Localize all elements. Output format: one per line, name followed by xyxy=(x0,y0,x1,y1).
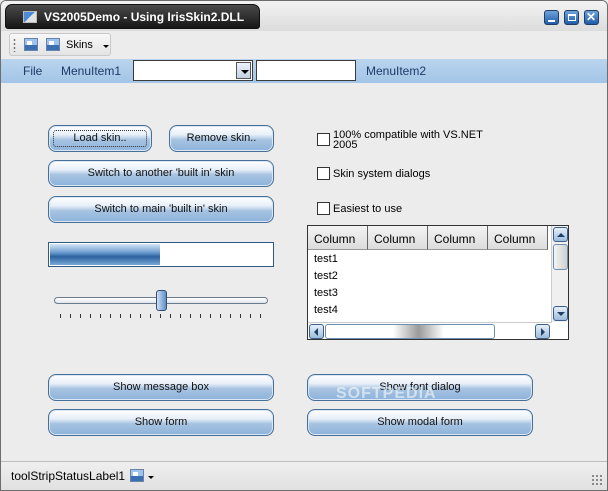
load-skin-button[interactable]: Load skin.. xyxy=(48,125,152,152)
arrow-right-icon xyxy=(541,328,545,336)
arrow-down-icon xyxy=(557,312,565,316)
slider-tick xyxy=(170,314,171,318)
show-modal-form-button[interactable]: Show modal form xyxy=(307,409,533,436)
list-item[interactable]: test3 xyxy=(314,287,338,299)
picture-icon[interactable] xyxy=(24,38,38,51)
close-icon: ✕ xyxy=(586,10,597,24)
show-font-dialog-button[interactable]: Show font dialog xyxy=(307,374,533,401)
slider-tick xyxy=(250,314,251,318)
column-header[interactable]: Column xyxy=(428,226,488,250)
toolbar-grip-icon[interactable] xyxy=(13,38,16,52)
menu-bar: File MenuItem1 MenuItem2 xyxy=(1,59,607,83)
vsnet-compatible-label-line2: 2005 xyxy=(333,139,358,151)
slider-tick xyxy=(140,314,141,318)
remove-skin-button[interactable]: Remove skin.. xyxy=(169,125,274,152)
picture-icon xyxy=(130,469,144,482)
show-form-button[interactable]: Show form xyxy=(48,409,274,436)
vsnet-compatible-checkbox[interactable] xyxy=(317,133,330,146)
progress-bar xyxy=(48,242,274,267)
slider-tick xyxy=(90,314,91,318)
slider-tick xyxy=(110,314,111,318)
list-item[interactable]: test4 xyxy=(314,304,338,316)
status-label: toolStripStatusLabel1 xyxy=(11,469,126,483)
maximize-button[interactable] xyxy=(564,10,579,25)
status-dropdown-button[interactable] xyxy=(129,467,157,485)
list-item[interactable]: test2 xyxy=(314,270,338,282)
slider-tick xyxy=(60,314,61,318)
menu-text-box[interactable] xyxy=(256,60,356,81)
scroll-corner xyxy=(552,322,568,339)
menu-combo-box[interactable] xyxy=(133,60,253,81)
slider-tick xyxy=(130,314,131,318)
slider-tick xyxy=(260,314,261,318)
list-view[interactable]: Column Column Column Column test1 test2 … xyxy=(307,225,569,340)
slider-tick xyxy=(180,314,181,318)
app-icon[interactable] xyxy=(23,11,37,23)
slider-thumb[interactable] xyxy=(156,290,167,311)
skins-label: Skins xyxy=(66,39,93,51)
scroll-left-button[interactable] xyxy=(309,324,324,339)
switch-builtin-skin-button[interactable]: Switch to another 'built in' skin xyxy=(48,160,274,187)
slider-tick xyxy=(240,314,241,318)
close-button[interactable]: ✕ xyxy=(584,10,599,25)
scroll-down-button[interactable] xyxy=(553,306,568,321)
minimize-button[interactable] xyxy=(544,10,559,25)
slider-tick xyxy=(230,314,231,318)
slider-tick xyxy=(100,314,101,318)
slider-tick xyxy=(220,314,221,318)
skins-icon xyxy=(46,38,60,51)
slider-tick xyxy=(120,314,121,318)
skins-dropdown-button[interactable]: Skins xyxy=(44,35,109,54)
vertical-scroll-thumb[interactable] xyxy=(553,244,568,270)
vertical-scrollbar[interactable] xyxy=(551,226,568,322)
easiest-to-use-label: Easiest to use xyxy=(333,203,403,215)
switch-main-skin-button[interactable]: Switch to main 'built in' skin xyxy=(48,196,274,223)
chevron-down-icon xyxy=(103,45,109,48)
slider-tick xyxy=(150,314,151,318)
slider-tick xyxy=(160,314,161,318)
easiest-to-use-checkbox[interactable] xyxy=(317,202,330,215)
window-title: VS2005Demo - Using IrisSkin2.DLL xyxy=(44,10,245,24)
vsnet-compatible-label: 100% compatible with VS.NET 2005 xyxy=(333,130,483,151)
slider-tick xyxy=(190,314,191,318)
slider-tick xyxy=(200,314,201,318)
scroll-up-button[interactable] xyxy=(553,227,568,242)
slider-tick xyxy=(70,314,71,318)
slider-tick xyxy=(80,314,81,318)
status-bar: toolStripStatusLabel1 xyxy=(1,461,607,490)
horizontal-scrollbar[interactable] xyxy=(308,322,552,339)
arrow-left-icon xyxy=(314,328,318,336)
slider-tick xyxy=(210,314,211,318)
arrow-up-icon xyxy=(557,233,565,237)
horizontal-scroll-thumb[interactable] xyxy=(325,324,495,339)
toolbar: Skins xyxy=(9,33,111,56)
size-grip-icon[interactable] xyxy=(591,474,603,486)
scroll-right-button[interactable] xyxy=(535,324,550,339)
skin-system-dialogs-label: Skin system dialogs xyxy=(333,168,431,180)
title-bar[interactable]: VS2005Demo - Using IrisSkin2.DLL ✕ xyxy=(1,1,607,31)
column-header[interactable]: Column xyxy=(368,226,428,250)
menu-item1[interactable]: MenuItem1 xyxy=(61,64,121,78)
menu-file[interactable]: File xyxy=(23,64,42,78)
list-item[interactable]: test1 xyxy=(314,253,338,265)
show-message-box-button[interactable]: Show message box xyxy=(48,374,274,401)
progress-fill xyxy=(50,244,160,265)
combo-dropdown-button[interactable] xyxy=(236,62,251,79)
minimize-icon xyxy=(548,20,555,22)
chevron-down-icon xyxy=(148,476,154,479)
column-header[interactable]: Column xyxy=(488,226,548,250)
menu-item2[interactable]: MenuItem2 xyxy=(366,64,426,78)
column-header[interactable]: Column xyxy=(308,226,368,250)
main-window: VS2005Demo - Using IrisSkin2.DLL ✕ Skins… xyxy=(0,0,608,491)
maximize-icon xyxy=(568,14,576,21)
skin-system-dialogs-checkbox[interactable] xyxy=(317,167,330,180)
chevron-down-icon xyxy=(241,70,249,74)
